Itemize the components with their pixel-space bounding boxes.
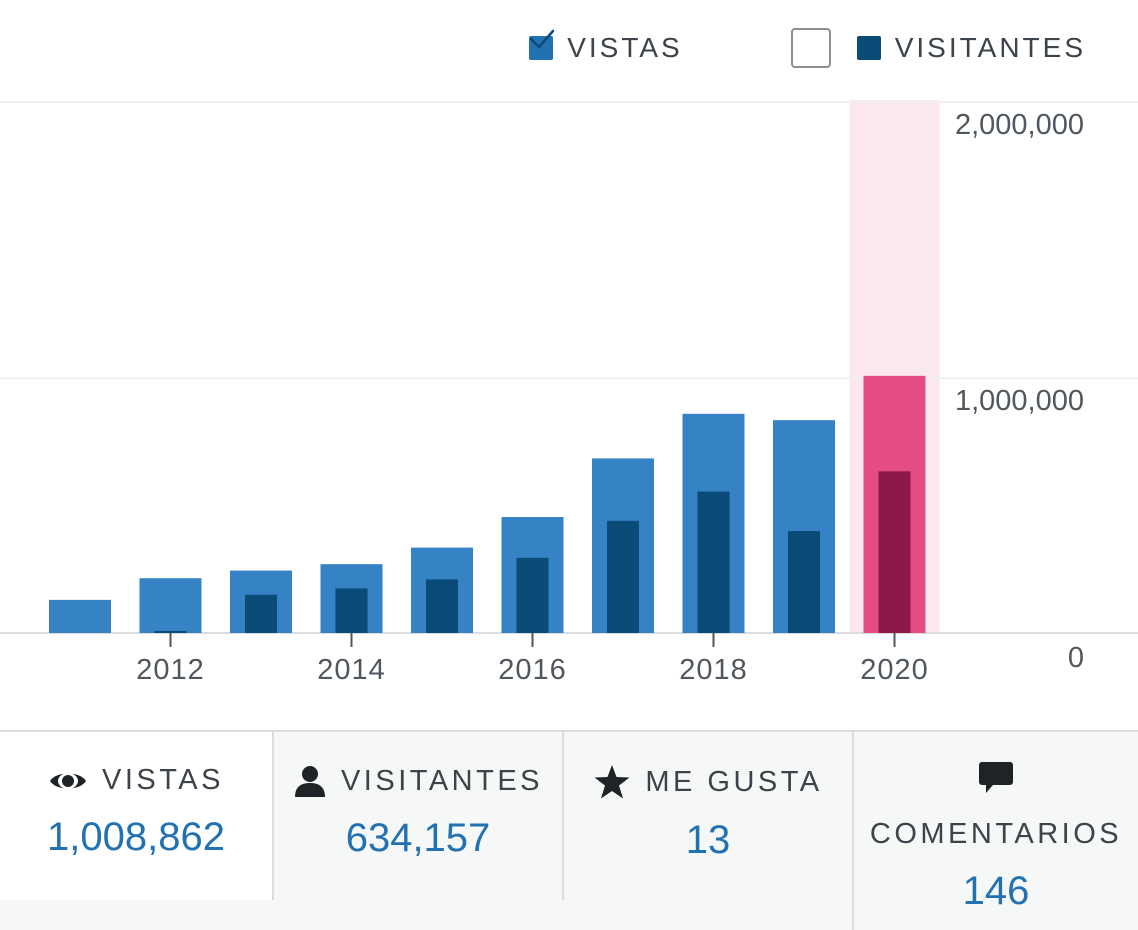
stats-tabs: VISTAS 1,008,862 VISITANTES 634,157 ME G…: [0, 730, 1138, 930]
y-tick-label: 1,000,000: [955, 385, 1084, 417]
bar-visitors-2014: [335, 588, 368, 633]
x-tick-label: 2012: [136, 654, 205, 686]
tab-visitors-label: VISITANTES: [340, 764, 544, 797]
legend-label-views: VISTAS: [567, 32, 683, 63]
checkmark-icon: [529, 29, 555, 49]
tab-views-value: 1,008,862: [47, 815, 225, 859]
person-icon: [294, 766, 325, 797]
legend-label-visitors: VISITANTES: [894, 32, 1086, 63]
bar-visitors-2019: [788, 531, 820, 633]
tab-comments-label: COMENTARIOS: [869, 818, 1123, 850]
tab-views[interactable]: VISTAS 1,008,862: [0, 732, 272, 900]
tab-comments-value: 146: [962, 869, 1030, 913]
y-tick-label: 0: [1068, 642, 1084, 674]
x-tick-label: 2016: [498, 654, 567, 686]
bar-views-2011: [49, 599, 111, 633]
chart-area: 2012 2014 2016 2018 2020 2,000,000 1,000,000 0: [0, 0, 1138, 730]
bar-visitors-2020: [878, 471, 911, 633]
bar-chart: 2012 2014 2016 2018 2020 2,000,000 1,000,000 0: [0, 100, 1138, 686]
bar-views-2012: [139, 578, 202, 633]
tab-visitors-value: 634,157: [345, 816, 491, 860]
bar-visitors-2015: [426, 579, 458, 633]
eye-icon: [50, 772, 86, 789]
x-tick-label: 2014: [317, 654, 386, 686]
star-icon: [594, 765, 630, 799]
bar-visitors-2016: [516, 557, 549, 633]
bar-visitors-2013: [245, 594, 277, 633]
bar-visitors-2018: [697, 491, 730, 633]
tab-likes[interactable]: ME GUSTA 13: [562, 732, 852, 900]
chart-legend: VISTAS VISITANTES: [529, 28, 1086, 68]
x-tick-label: 2020: [860, 654, 929, 686]
tab-likes-value: 13: [685, 818, 731, 862]
visitors-checkbox[interactable]: [529, 28, 831, 68]
bar-visitors-2012: [154, 630, 187, 633]
comment-icon: [979, 762, 1013, 793]
x-tick-label: 2018: [679, 654, 748, 686]
bar-visitors-2017: [607, 520, 639, 633]
tab-views-label: VISTAS: [102, 764, 224, 796]
tab-visitors[interactable]: VISITANTES 634,157: [272, 732, 562, 900]
tab-comments[interactable]: COMENTARIOS 146: [852, 732, 1138, 930]
legend-item-visitors[interactable]: VISITANTES: [856, 32, 1086, 64]
legend-swatch-visitors: [856, 36, 881, 60]
tab-likes-label: ME GUSTA: [645, 765, 823, 798]
y-tick-label: 2,000,000: [955, 109, 1084, 141]
